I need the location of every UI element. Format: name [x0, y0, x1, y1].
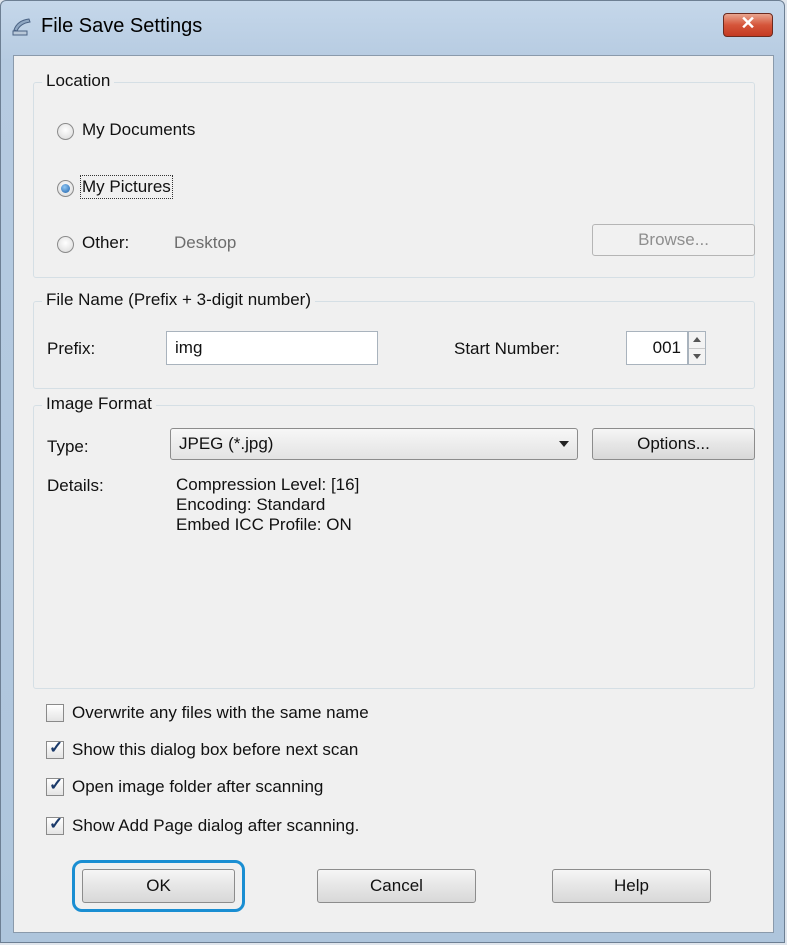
cancel-button[interactable]: Cancel [317, 869, 476, 903]
radio-my-documents[interactable] [57, 123, 74, 140]
details-label: Details: [47, 476, 104, 495]
spin-up-icon[interactable] [689, 332, 705, 348]
overwrite-checkbox[interactable] [46, 704, 64, 722]
show-dialog-label[interactable]: Show this dialog box before next scan [72, 740, 358, 760]
window-title: File Save Settings [41, 15, 203, 37]
details-line: Embed ICC Profile: ON [176, 515, 352, 534]
dialog-body: Location My Documents My Pictures Other:… [13, 55, 774, 933]
prefix-input[interactable]: img [166, 331, 378, 365]
add-page-checkbox[interactable]: ✓ [46, 814, 64, 835]
label-my-documents[interactable]: My Documents [82, 120, 195, 140]
chevron-down-icon [559, 441, 569, 447]
scanner-app-icon [12, 18, 31, 36]
open-folder-label[interactable]: Open image folder after scanning [72, 777, 323, 797]
ok-button[interactable]: OK [82, 869, 235, 903]
label-other[interactable]: Other: [82, 233, 129, 253]
type-select[interactable]: JPEG (*.jpg) [170, 428, 578, 460]
type-label: Type: [47, 437, 89, 456]
title-bar[interactable]: File Save Settings ✕ [1, 1, 784, 55]
type-select-value: JPEG (*.jpg) [179, 434, 274, 453]
radio-other[interactable] [57, 236, 74, 253]
start-number-input[interactable]: 001 [626, 331, 688, 365]
prefix-label: Prefix: [47, 339, 96, 358]
start-number-spinner[interactable] [688, 331, 706, 365]
checkmark-icon: ✓ [49, 814, 64, 833]
open-folder-checkbox[interactable]: ✓ [46, 775, 64, 796]
checkmark-icon: ✓ [49, 738, 64, 757]
help-button[interactable]: Help [552, 869, 711, 903]
details-line: Compression Level: [16] [176, 475, 360, 494]
file-name-legend: File Name (Prefix + 3-digit number) [42, 290, 316, 310]
location-legend: Location [42, 71, 115, 91]
close-button[interactable]: ✕ [723, 13, 773, 37]
close-icon: ✕ [740, 13, 756, 33]
show-dialog-checkbox[interactable]: ✓ [46, 738, 64, 759]
overwrite-label[interactable]: Overwrite any files with the same name [72, 703, 369, 723]
browse-button[interactable]: Browse... [592, 224, 755, 256]
add-page-label[interactable]: Show Add Page dialog after scanning. [72, 816, 359, 836]
other-location-value: Desktop [174, 233, 237, 252]
options-button[interactable]: Options... [592, 428, 755, 460]
image-format-legend: Image Format [42, 394, 156, 414]
spin-down-icon[interactable] [689, 348, 705, 365]
details-text: Compression Level: [16] Encoding: Standa… [176, 475, 359, 535]
label-my-pictures[interactable]: My Pictures [80, 175, 173, 199]
radio-my-pictures[interactable] [57, 180, 74, 197]
checkmark-icon: ✓ [49, 775, 64, 794]
start-number-label: Start Number: [454, 339, 560, 358]
dialog-window: File Save Settings ✕ Location My Documen… [0, 0, 785, 943]
details-line: Encoding: Standard [176, 495, 326, 514]
